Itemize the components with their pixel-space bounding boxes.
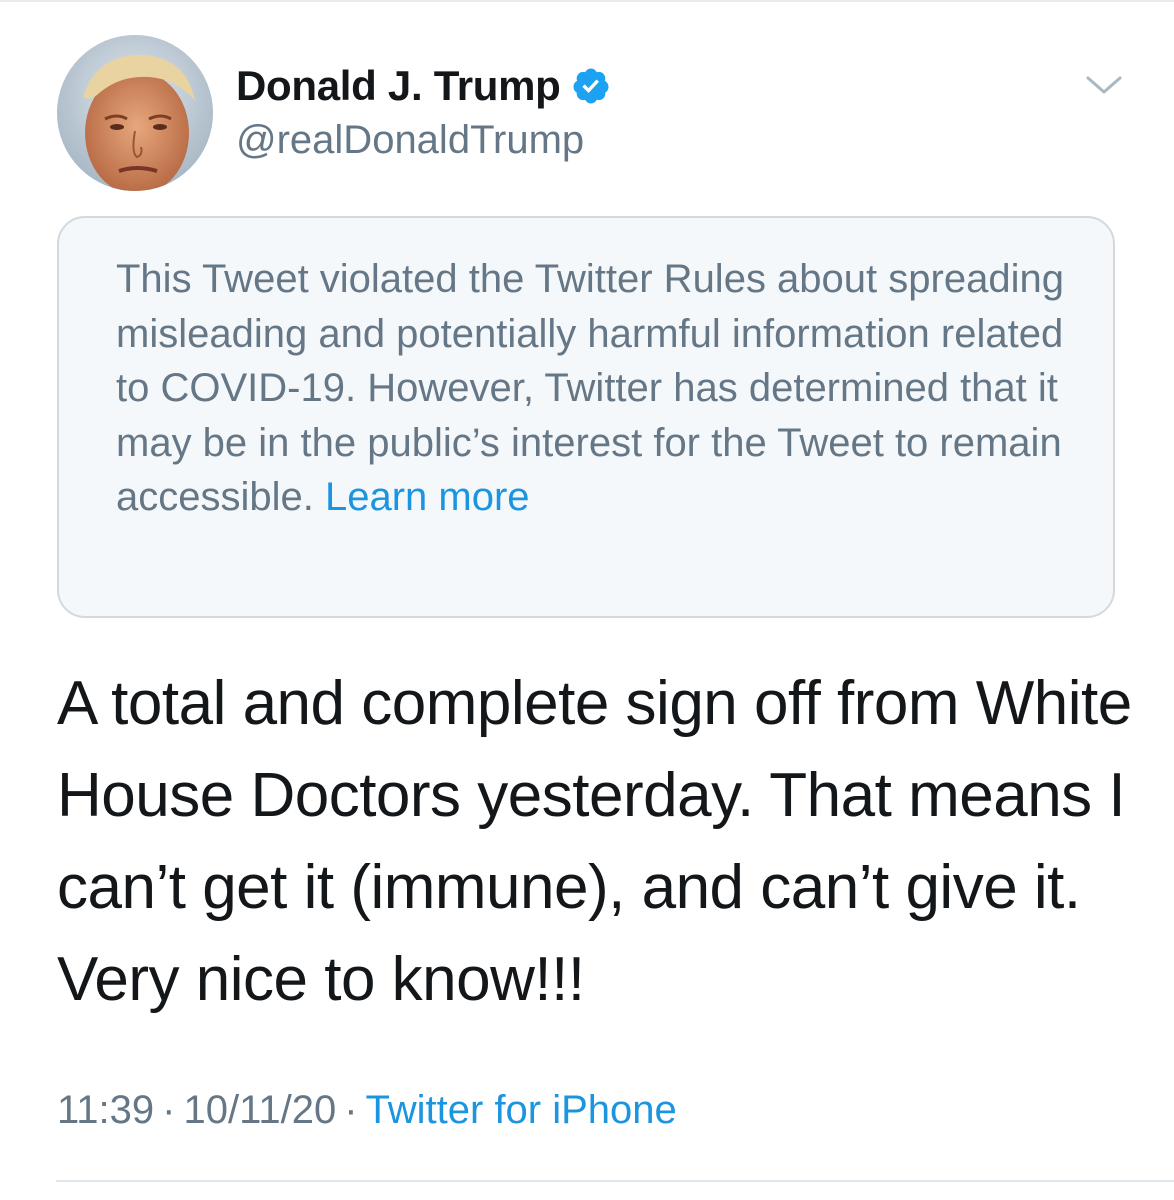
- avatar[interactable]: [57, 35, 213, 191]
- policy-notice-text: This Tweet violated the Twitter Rules ab…: [116, 252, 1073, 525]
- meta-separator: ·: [162, 1088, 176, 1132]
- chevron-down-icon[interactable]: [1084, 70, 1124, 100]
- tweet-source-link[interactable]: Twitter for iPhone: [366, 1088, 677, 1132]
- avatar-image: [57, 35, 213, 191]
- tweet-time[interactable]: 11:39: [57, 1088, 154, 1132]
- meta-separator: ·: [344, 1088, 358, 1132]
- policy-notice-message: This Tweet violated the Twitter Rules ab…: [116, 257, 1064, 519]
- learn-more-link[interactable]: Learn more: [325, 475, 530, 519]
- top-divider: [0, 0, 1174, 2]
- verified-badge-icon: [571, 66, 611, 106]
- tweet-author[interactable]: Donald J. Trump @realDonaldTrump: [236, 56, 611, 163]
- author-handle[interactable]: @realDonaldTrump: [236, 118, 611, 163]
- author-display-name[interactable]: Donald J. Trump: [236, 62, 561, 110]
- tweet-text: A total and complete sign off from White…: [57, 669, 1132, 1014]
- tweet-meta: 11:39 · 10/11/20 · Twitter for iPhone: [57, 1088, 677, 1133]
- tweet-date[interactable]: 10/11/20: [183, 1088, 336, 1132]
- author-name-row: Donald J. Trump: [236, 56, 611, 116]
- policy-notice: This Tweet violated the Twitter Rules ab…: [57, 216, 1115, 618]
- bottom-divider: [56, 1180, 1174, 1182]
